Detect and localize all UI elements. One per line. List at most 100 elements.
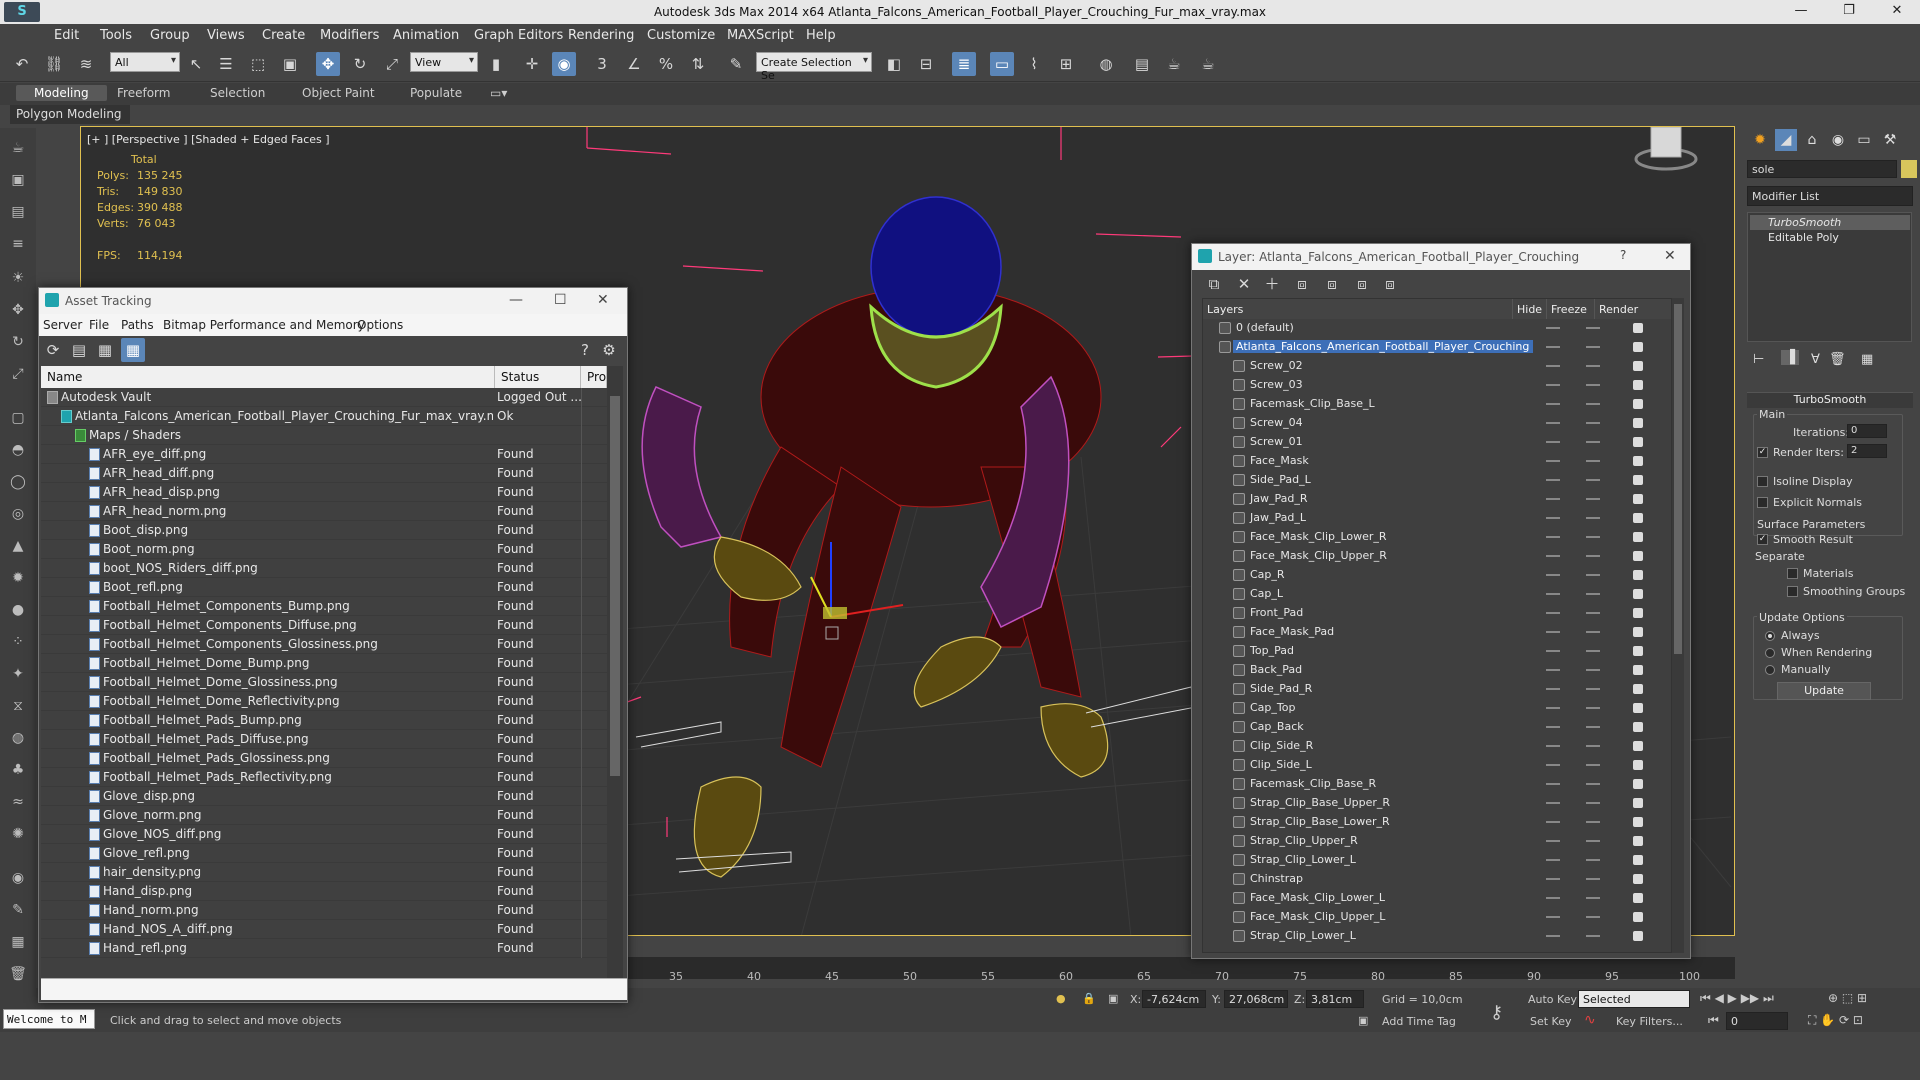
iterations-spinner[interactable]: 0 bbox=[1847, 424, 1887, 438]
layer-row[interactable]: Chinstrap bbox=[1203, 870, 1671, 889]
keyboard-shortcut-icon[interactable]: ◉ bbox=[552, 52, 576, 76]
align-icon[interactable]: ⊟ bbox=[914, 52, 938, 76]
always-radio[interactable] bbox=[1765, 631, 1775, 641]
hemisphere-icon[interactable]: ◓ bbox=[8, 440, 28, 460]
freeze-toggle[interactable] bbox=[1586, 460, 1600, 462]
hide-toggle[interactable] bbox=[1546, 403, 1560, 405]
settings-icon[interactable]: ⚙ bbox=[597, 338, 621, 362]
table-row[interactable]: Glove_disp.png Found bbox=[41, 787, 607, 806]
freeze-toggle[interactable] bbox=[1586, 688, 1600, 690]
freeze-all-icon[interactable]: ⧈ bbox=[1378, 272, 1402, 296]
tab-selection[interactable]: Selection bbox=[210, 86, 265, 100]
highlight-layer-icon[interactable]: ⧈ bbox=[1320, 272, 1344, 296]
tab-object-paint[interactable]: Object Paint bbox=[302, 86, 375, 100]
hide-toggle[interactable] bbox=[1546, 555, 1560, 557]
hide-toggle[interactable] bbox=[1546, 840, 1560, 842]
render-toggle-icon[interactable] bbox=[1633, 532, 1643, 542]
minimize-button[interactable]: — bbox=[1786, 3, 1816, 21]
freeze-toggle[interactable] bbox=[1586, 878, 1600, 880]
spinner-snap-icon[interactable]: ⇅ bbox=[686, 52, 710, 76]
torus-icon[interactable]: ◎ bbox=[8, 504, 28, 524]
trash-icon[interactable]: 🗑 bbox=[8, 964, 28, 984]
table-row[interactable]: Atlanta_Falcons_American_Football_Player… bbox=[41, 407, 607, 426]
close-button[interactable]: ✕ bbox=[1882, 3, 1912, 21]
render-production-icon[interactable]: ☕ bbox=[1196, 52, 1220, 76]
table-row[interactable]: Football_Helmet_Components_Diffuse.png Fo… bbox=[41, 616, 607, 635]
layer-row[interactable]: Facemask_Clip_Base_R bbox=[1203, 775, 1671, 794]
playback-controls-icon[interactable]: ⏮ ◀ ▶ ▶▶ ⏭ bbox=[1700, 991, 1774, 1006]
maxscript-listener[interactable]: Welcome to M bbox=[3, 1009, 95, 1029]
freeze-toggle[interactable] bbox=[1586, 403, 1600, 405]
link-icon[interactable]: ⛓ bbox=[42, 52, 66, 76]
layer-titlebar[interactable]: Layer: Atlanta_Falcons_American_Football… bbox=[1192, 244, 1690, 270]
render-toggle-icon[interactable] bbox=[1633, 456, 1643, 466]
table-row[interactable]: Football_Helmet_Pads_Bump.png Found bbox=[41, 711, 607, 730]
render-toggle-icon[interactable] bbox=[1633, 722, 1643, 732]
freeze-toggle[interactable] bbox=[1586, 384, 1600, 386]
hide-toggle[interactable] bbox=[1546, 460, 1560, 462]
mirror-icon[interactable]: ◧ bbox=[882, 52, 906, 76]
table-row[interactable]: AFR_head_diff.png Found bbox=[41, 464, 607, 483]
polygon-modeling-panel[interactable]: Polygon Modeling bbox=[10, 105, 130, 124]
remove-modifier-icon[interactable]: 🗑 bbox=[1829, 352, 1846, 367]
render-toggle-icon[interactable] bbox=[1633, 494, 1643, 504]
show-end-result-icon[interactable]: ▐ bbox=[1781, 350, 1799, 365]
render-toggle-icon[interactable] bbox=[1633, 893, 1643, 903]
tab-populate[interactable]: Populate bbox=[410, 86, 462, 100]
render-toggle-icon[interactable] bbox=[1633, 855, 1643, 865]
pin-icon[interactable]: ● bbox=[1056, 992, 1066, 1005]
ball-icon[interactable]: ● bbox=[8, 600, 28, 620]
freeze-toggle[interactable] bbox=[1586, 726, 1600, 728]
layer-row[interactable]: Face_Mask_Clip_Lower_L bbox=[1203, 889, 1671, 908]
asset-menu-options[interactable]: Options bbox=[357, 318, 403, 332]
render-toggle-icon[interactable] bbox=[1633, 513, 1643, 523]
selection-filter-dropdown[interactable]: All bbox=[110, 52, 180, 72]
list-view-icon[interactable]: ▤ bbox=[67, 338, 91, 362]
freeze-toggle[interactable] bbox=[1586, 479, 1600, 481]
render-iters-checkbox[interactable]: ✓ bbox=[1757, 447, 1768, 458]
col-header-render[interactable]: Render bbox=[1595, 299, 1671, 319]
freeze-toggle[interactable] bbox=[1586, 783, 1600, 785]
hide-toggle[interactable] bbox=[1546, 536, 1560, 538]
asset-tracking-titlebar[interactable]: Asset Tracking — ☐ ✕ bbox=[39, 288, 627, 314]
table-row[interactable]: Football_Helmet_Components_Glossiness.pn… bbox=[41, 635, 607, 654]
manually-radio[interactable] bbox=[1765, 665, 1775, 675]
hide-toggle[interactable] bbox=[1546, 916, 1560, 918]
select-rotate-icon[interactable]: ↻ bbox=[348, 52, 372, 76]
render-toggle-icon[interactable] bbox=[1633, 646, 1643, 656]
pin-stack-icon[interactable]: ⊢ bbox=[1753, 352, 1764, 367]
edit-named-selection-icon[interactable]: ✎ bbox=[724, 52, 748, 76]
render-setup-icon[interactable]: ▤ bbox=[1130, 52, 1154, 76]
asset-menu-bitmap[interactable]: Bitmap Performance and Memory bbox=[163, 318, 365, 332]
select-scale-icon[interactable]: ⤢ bbox=[380, 52, 404, 76]
col-header-status[interactable]: Status bbox=[495, 366, 581, 388]
hair-icon[interactable]: ≈ bbox=[8, 792, 28, 812]
table-row[interactable]: Boot_norm.png Found bbox=[41, 540, 607, 559]
hide-toggle[interactable] bbox=[1546, 593, 1560, 595]
list-icon[interactable]: ≡ bbox=[8, 234, 28, 254]
table-row[interactable]: Boot_refl.png Found bbox=[41, 578, 607, 597]
particles-icon[interactable]: ⁘ bbox=[8, 632, 28, 652]
undo-icon[interactable]: ↶ bbox=[10, 52, 34, 76]
object-color-swatch[interactable] bbox=[1901, 160, 1917, 178]
percent-snap-icon[interactable]: % bbox=[654, 52, 678, 76]
table-row[interactable]: Football_Helmet_Pads_Reflectivity.png Fou… bbox=[41, 768, 607, 787]
render-toggle-icon[interactable] bbox=[1633, 836, 1643, 846]
render-toggle-icon[interactable] bbox=[1633, 798, 1643, 808]
angle-snap-icon[interactable]: ∠ bbox=[622, 52, 646, 76]
layer-row[interactable]: Clip_Side_R bbox=[1203, 737, 1671, 756]
timeline-ruler[interactable]: 35 40 45 50 55 60 65 70 75 80 85 90 95 1… bbox=[627, 957, 1735, 983]
render-toggle-icon[interactable] bbox=[1633, 399, 1643, 409]
menu-modifiers[interactable]: Modifiers bbox=[320, 28, 379, 43]
layer-row[interactable]: Face_Mask_Clip_Upper_R bbox=[1203, 547, 1671, 566]
table-row[interactable]: Hand_disp.png Found bbox=[41, 882, 607, 901]
render-toggle-icon[interactable] bbox=[1633, 608, 1643, 618]
hide-toggle[interactable] bbox=[1546, 498, 1560, 500]
table-row[interactable]: Hand_norm.png Found bbox=[41, 901, 607, 920]
pan-orbit-icon[interactable]: ⛶ ✋ ⟳ ⊡ bbox=[1808, 1013, 1863, 1028]
table-row[interactable]: Boot_disp.png Found bbox=[41, 521, 607, 540]
zoom-extents-icon[interactable]: ⊕ ⬚ ⊞ bbox=[1828, 991, 1867, 1005]
layer-row[interactable]: Face_Mask_Pad bbox=[1203, 623, 1671, 642]
table-row[interactable]: Glove_NOS_diff.png Found bbox=[41, 825, 607, 844]
layer-row[interactable]: Strap_Clip_Upper_R bbox=[1203, 832, 1671, 851]
